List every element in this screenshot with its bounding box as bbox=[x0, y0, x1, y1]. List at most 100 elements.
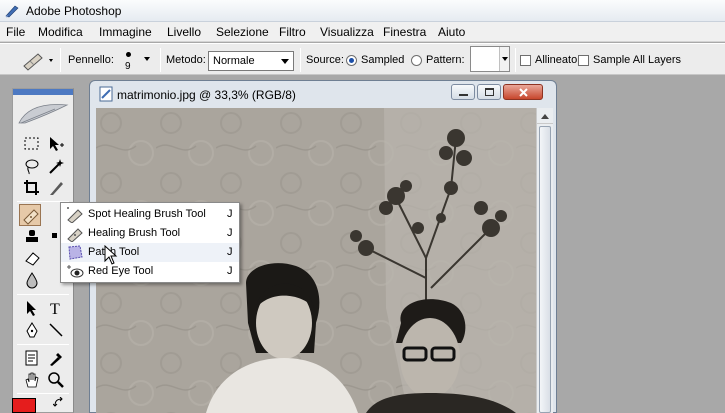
hand-icon bbox=[25, 372, 39, 388]
close-button[interactable] bbox=[503, 84, 543, 100]
foreground-color-swatch[interactable] bbox=[12, 398, 36, 413]
move-icon bbox=[50, 137, 64, 151]
eraser-tool[interactable] bbox=[21, 247, 43, 269]
chevron-down-icon bbox=[499, 47, 509, 71]
notes-icon bbox=[25, 350, 38, 366]
mode-select-value: Normale bbox=[213, 55, 255, 67]
eyedropper-tool[interactable] bbox=[45, 347, 67, 369]
aligned-label: Allineato bbox=[535, 54, 578, 66]
menu-selezione[interactable]: Selezione bbox=[216, 25, 269, 39]
clone-stamp-tool[interactable] bbox=[21, 226, 43, 248]
flyout-item-red-eye[interactable]: Red Eye Tool J bbox=[61, 262, 239, 281]
bandage-icon bbox=[23, 209, 39, 225]
scroll-up-arrow-icon[interactable] bbox=[537, 108, 553, 124]
brush-label: Pennello: bbox=[68, 54, 114, 66]
aligned-checkbox[interactable] bbox=[520, 55, 531, 66]
vertical-scrollbar[interactable] bbox=[536, 108, 553, 413]
document-title: matrimonio.jpg @ 33,3% (RGB/8) bbox=[117, 88, 296, 102]
menu-modifica[interactable]: Modifica bbox=[38, 25, 83, 39]
lasso-icon bbox=[25, 159, 39, 175]
flyout-item-shortcut: J bbox=[227, 208, 233, 220]
zoom-icon bbox=[48, 372, 64, 388]
type-icon: T bbox=[50, 301, 60, 317]
crop-tool[interactable] bbox=[21, 177, 43, 199]
patch-icon bbox=[68, 245, 83, 260]
type-tool[interactable]: T bbox=[45, 297, 67, 319]
minimize-button[interactable] bbox=[451, 84, 475, 100]
flyout-item-label: Healing Brush Tool bbox=[88, 227, 181, 239]
notes-tool[interactable] bbox=[21, 347, 43, 369]
marquee-icon bbox=[24, 137, 39, 150]
mode-select[interactable]: Normale bbox=[208, 51, 294, 71]
marquee-tool[interactable] bbox=[21, 133, 43, 155]
swap-colors-icon[interactable] bbox=[53, 397, 65, 409]
svg-text:T: T bbox=[50, 301, 60, 317]
options-bar: Pennello: 9 Metodo: Normale Source: Samp… bbox=[0, 43, 725, 75]
brush-tip-icon bbox=[126, 52, 131, 57]
brush-size-value: 9 bbox=[125, 61, 131, 72]
slice-tool[interactable] bbox=[45, 177, 67, 199]
minimize-icon bbox=[459, 94, 468, 96]
healing-brush-icon bbox=[67, 228, 83, 242]
path-selection-tool[interactable] bbox=[21, 297, 43, 319]
chevron-down-icon bbox=[144, 57, 150, 61]
zoom-tool[interactable] bbox=[45, 369, 67, 391]
tool-preset-picker[interactable] bbox=[8, 48, 56, 72]
blur-tool[interactable] bbox=[21, 269, 43, 291]
menu-finestra[interactable]: Finestra bbox=[383, 25, 426, 39]
blur-drop-icon bbox=[26, 272, 38, 289]
pen-tool[interactable] bbox=[21, 319, 43, 341]
healing-brush-preset-icon bbox=[23, 53, 53, 71]
menu-file[interactable]: File bbox=[6, 25, 25, 39]
flyout-item-shortcut: J bbox=[227, 265, 233, 277]
crop-icon bbox=[24, 180, 39, 195]
maximize-button[interactable] bbox=[477, 84, 501, 100]
menu-bar: File Modifica Immagine Livello Selezione… bbox=[0, 22, 725, 42]
menu-visualizza[interactable]: Visualizza bbox=[320, 25, 374, 39]
flyout-item-label: Spot Healing Brush Tool bbox=[88, 208, 206, 220]
arrow-icon bbox=[27, 301, 36, 316]
maximize-icon bbox=[485, 88, 494, 96]
chevron-down-icon bbox=[281, 59, 289, 64]
flyout-item-patch[interactable]: Patch Tool J bbox=[61, 243, 239, 262]
eyedropper-icon bbox=[50, 353, 62, 366]
menu-aiuto[interactable]: Aiuto bbox=[438, 25, 465, 39]
mode-label: Metodo: bbox=[166, 54, 206, 66]
flyout-item-healing-brush[interactable]: Healing Brush Tool J bbox=[61, 224, 239, 243]
source-sampled-radio[interactable] bbox=[346, 55, 357, 66]
pattern-picker[interactable] bbox=[470, 46, 510, 72]
close-icon bbox=[519, 88, 528, 97]
magic-wand-tool[interactable] bbox=[45, 155, 67, 177]
flyout-item-label: Red Eye Tool bbox=[88, 265, 154, 277]
photoshop-app-icon bbox=[5, 5, 19, 18]
menu-livello[interactable]: Livello bbox=[167, 25, 201, 39]
spot-healing-brush-icon bbox=[67, 207, 83, 223]
scroll-thumb[interactable] bbox=[539, 126, 551, 413]
flyout-item-shortcut: J bbox=[227, 227, 233, 239]
source-sampled-label: Sampled bbox=[361, 54, 405, 66]
sample-all-layers-checkbox[interactable] bbox=[578, 55, 589, 66]
selected-tool-bullet bbox=[52, 233, 57, 238]
slice-icon bbox=[50, 182, 63, 195]
lasso-tool[interactable] bbox=[21, 155, 43, 177]
hand-tool[interactable] bbox=[21, 369, 43, 391]
eraser-icon bbox=[25, 252, 40, 266]
magic-wand-icon bbox=[49, 159, 64, 174]
menu-filtro[interactable]: Filtro bbox=[279, 25, 306, 39]
menu-immagine[interactable]: Immagine bbox=[99, 25, 152, 39]
mouse-cursor-icon bbox=[104, 245, 118, 265]
feather-logo-icon bbox=[18, 104, 69, 124]
source-label: Source: bbox=[306, 54, 344, 66]
stamp-icon bbox=[26, 230, 38, 242]
flyout-item-shortcut: J bbox=[227, 246, 233, 258]
toolbox-grip[interactable] bbox=[13, 89, 73, 95]
title-bar: Adobe Photoshop bbox=[0, 0, 725, 22]
red-eye-icon bbox=[67, 265, 84, 278]
source-pattern-radio[interactable] bbox=[411, 55, 422, 66]
brush-picker[interactable]: 9 bbox=[118, 49, 156, 73]
move-tool[interactable] bbox=[45, 133, 67, 155]
line-tool[interactable] bbox=[45, 319, 67, 341]
healing-brush-tool[interactable] bbox=[19, 204, 41, 226]
flyout-item-spot-healing-brush[interactable]: Spot Healing Brush Tool J bbox=[61, 205, 239, 224]
app-title: Adobe Photoshop bbox=[26, 4, 122, 18]
